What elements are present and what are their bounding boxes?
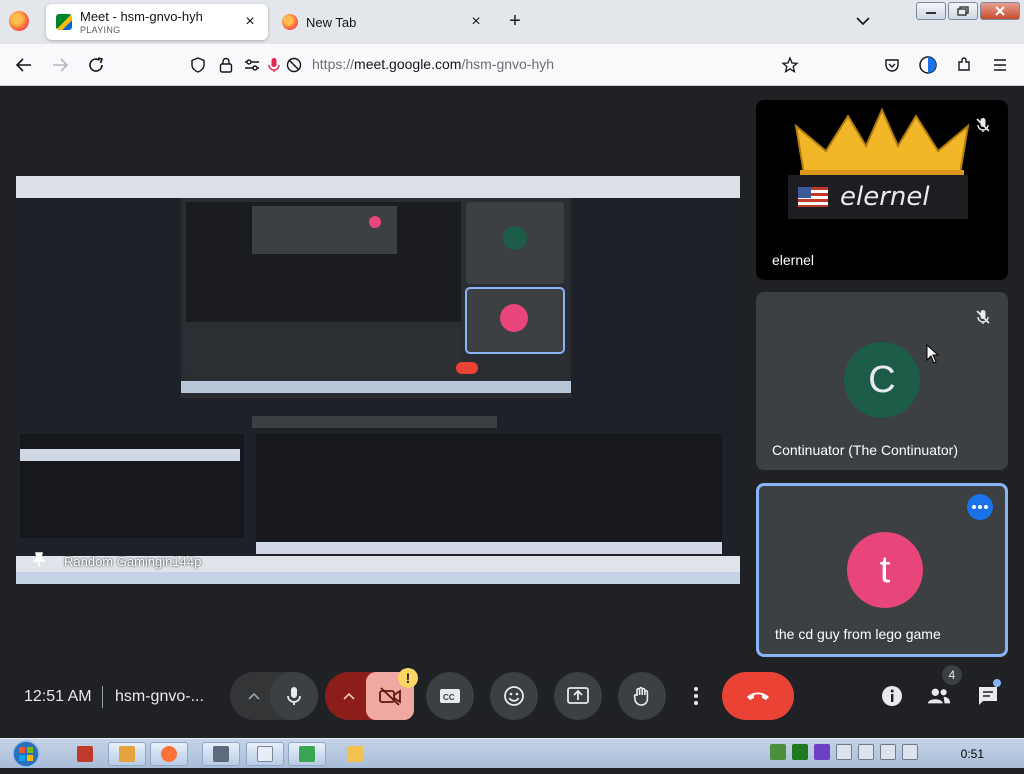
- pin-icon[interactable]: [32, 552, 46, 568]
- shared-screen-image: [16, 176, 740, 584]
- warning-badge: !: [398, 668, 418, 688]
- us-flag-icon: [798, 187, 828, 207]
- tray-microphone-icon[interactable]: [814, 744, 830, 760]
- tab-new-tab[interactable]: New Tab ×: [272, 4, 494, 40]
- avatar: C: [844, 342, 920, 418]
- participant-tile-speaking[interactable]: t the cd guy from lego game: [756, 483, 1008, 657]
- window-close-icon[interactable]: [980, 2, 1020, 20]
- taskbar-app-icon[interactable]: [288, 742, 326, 766]
- url-host: meet.google.com: [354, 56, 462, 72]
- browser-tab-bar: Meet - hsm-gnvo-hyh PLAYING × New Tab × …: [0, 0, 1024, 44]
- meeting-control-bar: 12:51 AM hsm-gnvo-... ! CC 4: [0, 664, 1024, 732]
- pocket-icon[interactable]: [882, 55, 902, 75]
- taskbar-folder-icon[interactable]: [336, 742, 374, 766]
- mouse-cursor-icon: [926, 344, 940, 364]
- meet-window: Random Gamingin144p elernel elernel C Co…: [0, 86, 1024, 738]
- more-options-vertical-icon[interactable]: [672, 672, 720, 720]
- meeting-code: hsm-gnvo-...: [115, 688, 204, 705]
- tab-close-icon[interactable]: ×: [468, 14, 484, 30]
- restore-icon[interactable]: [948, 2, 978, 20]
- extensions-icon[interactable]: [954, 55, 974, 75]
- permissions-icon[interactable]: [242, 55, 262, 75]
- meeting-time: 12:51 AM: [24, 688, 92, 705]
- chat-icon[interactable]: [976, 684, 1000, 708]
- bookmark-star-icon[interactable]: [780, 55, 800, 75]
- taskbar-notepad-icon[interactable]: [246, 742, 284, 766]
- microphone-button[interactable]: [270, 672, 318, 720]
- tab-meet[interactable]: Meet - hsm-gnvo-hyh PLAYING ×: [46, 4, 268, 40]
- divider: [102, 686, 103, 708]
- contrast-icon[interactable]: [918, 55, 938, 75]
- meet-favicon-icon: [56, 14, 72, 30]
- participant-name: elernel: [772, 252, 815, 268]
- meeting-info-icon[interactable]: [880, 684, 904, 708]
- tray-network-icon[interactable]: [770, 744, 786, 760]
- screen-share-view[interactable]: Random Gamingin144p: [16, 176, 740, 584]
- mic-muted-icon: [974, 116, 992, 134]
- window-controls: [916, 2, 1020, 20]
- leave-call-button[interactable]: [722, 672, 794, 720]
- svg-text:CC: CC: [443, 693, 455, 702]
- participant-tile[interactable]: C Continuator (The Continuator): [756, 292, 1008, 470]
- mic-muted-icon: [974, 308, 992, 326]
- present-screen-button[interactable]: [554, 672, 602, 720]
- windows-taskbar: 0:51: [0, 738, 1024, 768]
- captions-button[interactable]: CC: [426, 672, 474, 720]
- tab-title: Meet - hsm-gnvo-hyh: [80, 9, 203, 24]
- participant-count-badge: 4: [942, 665, 962, 685]
- windows-start-orb-icon[interactable]: [6, 739, 46, 769]
- tab-list-chevron-icon[interactable]: [854, 12, 872, 30]
- firefox-menu-icon[interactable]: [9, 11, 29, 31]
- tray-document-icon[interactable]: [836, 744, 852, 760]
- people-icon[interactable]: [927, 684, 951, 708]
- participant-name: Continuator (The Continuator): [772, 442, 958, 458]
- crown-name-banner: elernel: [788, 175, 968, 219]
- reload-icon[interactable]: [86, 55, 106, 75]
- tab-playing-status: PLAYING: [80, 25, 121, 35]
- new-tab-icon[interactable]: +: [505, 10, 525, 32]
- firefox-favicon-icon: [282, 14, 298, 30]
- taskbar-clock[interactable]: 0:51: [961, 747, 984, 761]
- navigation-bar: https://meet.google.com/hsm-gnvo-hyh: [0, 44, 1024, 86]
- participant-tile[interactable]: elernel elernel: [756, 100, 1008, 280]
- taskbar-app-icon[interactable]: [108, 742, 146, 766]
- crown-banner-name: elernel: [840, 182, 930, 212]
- presenter-name: Random Gamingin144p: [64, 554, 202, 569]
- tab-title: New Tab: [306, 14, 357, 30]
- url-path: /hsm-gnvo-hyh: [461, 56, 555, 72]
- shield-icon[interactable]: [188, 55, 208, 75]
- taskbar-app-icon[interactable]: [66, 742, 104, 766]
- participant-name: the cd guy from lego game: [775, 626, 941, 642]
- raise-hand-button[interactable]: [618, 672, 666, 720]
- tab-close-icon[interactable]: ×: [242, 14, 258, 30]
- microphone-active-icon[interactable]: [264, 55, 284, 75]
- crown-icon: [794, 107, 970, 180]
- address-bar-url[interactable]: https://meet.google.com/hsm-gnvo-hyh: [312, 56, 554, 72]
- tray-app-icon[interactable]: [792, 744, 808, 760]
- tray-flag-icon[interactable]: [858, 744, 874, 760]
- hamburger-menu-icon[interactable]: [990, 55, 1010, 75]
- back-arrow-icon[interactable]: [14, 55, 34, 75]
- emoji-reaction-button[interactable]: [490, 672, 538, 720]
- taskbar-firefox-icon[interactable]: [150, 742, 188, 766]
- tray-speaker-icon[interactable]: [902, 744, 918, 760]
- autoplay-blocked-icon[interactable]: [284, 55, 304, 75]
- system-tray: [770, 744, 918, 760]
- avatar: t: [847, 532, 923, 608]
- more-options-icon[interactable]: [967, 494, 993, 520]
- minimize-icon[interactable]: [916, 2, 946, 20]
- url-scheme: https://: [312, 56, 355, 72]
- lock-icon[interactable]: [216, 55, 236, 75]
- forward-arrow-icon[interactable]: [50, 55, 70, 75]
- chat-notification-dot: [993, 679, 1001, 687]
- taskbar-app-icon[interactable]: [202, 742, 240, 766]
- tray-display-icon[interactable]: [880, 744, 896, 760]
